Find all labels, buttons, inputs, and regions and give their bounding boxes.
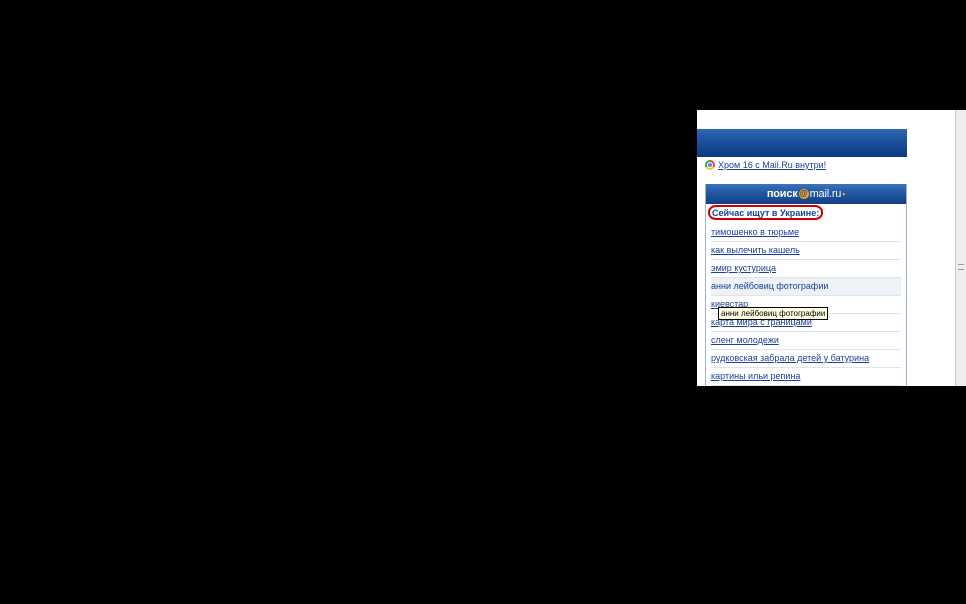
query-link[interactable]: анни лейбовиц фотографии: [711, 281, 828, 291]
logo-dot-icon: •: [842, 189, 846, 199]
query-link[interactable]: эмир кустурица: [711, 263, 776, 273]
search-mail-widget: поиск @ mail.ru • Сейчас ищут в Украине:…: [705, 184, 907, 386]
chrome-promo-link[interactable]: Хром 16 с Mail.Ru внутри!: [718, 159, 826, 171]
screen: Хром 16 с Mail.Ru внутри! поиск @ mail.r…: [0, 0, 966, 604]
popular-queries-list: тимошенко в тюрьме как вылечить кашель э…: [706, 224, 906, 386]
query-link[interactable]: рудковская забрала детей у батурина: [711, 353, 869, 363]
list-item: эмир кустурица: [711, 260, 901, 278]
list-item: картины ильи репина: [711, 368, 901, 386]
chrome-icon: [705, 160, 715, 170]
widget-title-row: Сейчас ищут в Украине:: [706, 204, 906, 224]
list-item: сленг молодежи: [711, 332, 901, 350]
tooltip: анни лейбовиц фотографии: [718, 307, 829, 320]
vertical-scrollbar[interactable]: [955, 110, 966, 386]
poisk-mail-logo[interactable]: поиск @ mail.ru •: [706, 184, 906, 204]
logo-text-left: поиск: [766, 188, 798, 200]
list-item-hovered: анни лейбовиц фотографии: [711, 278, 901, 296]
query-link[interactable]: сленг молодежи: [711, 335, 779, 345]
scrollbar-grip-icon[interactable]: [958, 264, 964, 270]
red-highlight-oval: [708, 205, 823, 220]
chrome-promo: Хром 16 с Mail.Ru внутри!: [705, 159, 826, 171]
logo-text-right: mail.ru: [809, 188, 842, 200]
list-item: тимошенко в тюрьме: [711, 224, 901, 242]
at-sign-icon: @: [798, 189, 809, 199]
top-banner: [697, 129, 907, 157]
list-item: рудковская забрала детей у батурина: [711, 350, 901, 368]
browser-page-fragment: Хром 16 с Mail.Ru внутри! поиск @ mail.r…: [697, 110, 966, 386]
query-link[interactable]: тимошенко в тюрьме: [711, 227, 799, 237]
query-link[interactable]: картины ильи репина: [711, 371, 800, 381]
query-link[interactable]: как вылечить кашель: [711, 245, 800, 255]
list-item: как вылечить кашель: [711, 242, 901, 260]
